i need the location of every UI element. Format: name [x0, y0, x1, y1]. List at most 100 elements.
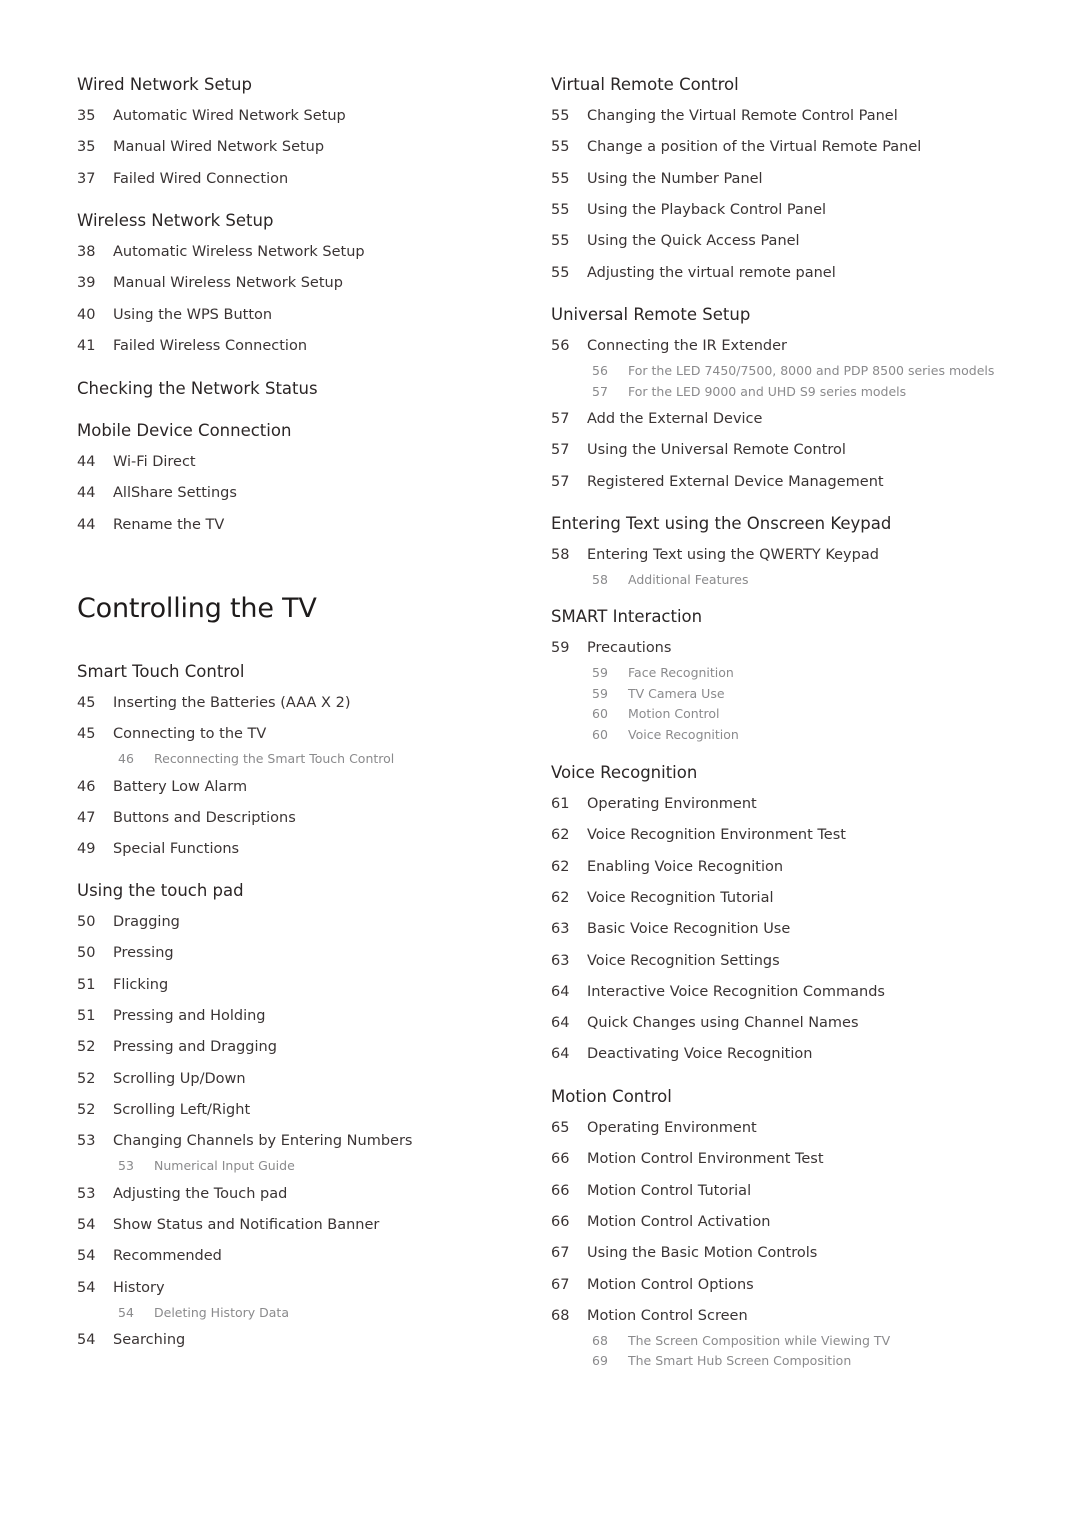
toc-subentry[interactable]: 56 For the LED 7450/7500, 8000 and PDP 85… — [551, 363, 994, 379]
toc-entry[interactable]: 41 Failed Wireless Connection — [77, 336, 307, 356]
entry-title: Interactive Voice Recognition Commands — [587, 983, 885, 1000]
toc-entry[interactable]: 62 Voice Recognition Tutorial — [551, 888, 774, 908]
toc-entry[interactable]: 50 Pressing — [77, 943, 174, 963]
toc-entry[interactable]: 55 Using the Number Panel — [551, 169, 763, 189]
subentry-title: For the LED 7450/7500, 8000 and PDP 8500… — [628, 363, 995, 378]
page-number: 57 — [592, 383, 608, 399]
entry-title: Entering Text using the QWERTY Keypad — [587, 547, 879, 563]
toc-entry[interactable]: 35 Manual Wired Network Setup — [77, 137, 324, 157]
toc-entry[interactable]: 44 Rename the TV — [77, 515, 224, 535]
section-heading[interactable]: Voice Recognition — [551, 763, 697, 783]
toc-entry[interactable]: 54 Recommended — [77, 1246, 222, 1266]
toc-entry[interactable]: 62 Voice Recognition Environment Test — [551, 825, 846, 845]
toc-entry[interactable]: 44 Wi-Fi Direct — [77, 452, 196, 472]
section-heading[interactable]: Wireless Network Setup — [77, 211, 273, 231]
toc-entry[interactable]: 45 Connecting to the TV — [77, 724, 266, 744]
toc-entry[interactable]: 55 Using the Playback Control Panel — [551, 200, 826, 220]
page-number: 66 — [551, 1151, 570, 1168]
toc-entry[interactable]: 51 Flicking — [77, 975, 168, 995]
toc-subentry[interactable]: 53 Numerical Input Guide — [77, 1158, 295, 1174]
toc-entry[interactable]: 40 Using the WPS Button — [77, 305, 272, 325]
toc-entry[interactable]: 63 Basic Voice Recognition Use — [551, 919, 790, 939]
toc-subentry[interactable]: 59 Face Recognition — [551, 665, 734, 681]
section-heading[interactable]: Universal Remote Setup — [551, 305, 750, 325]
page-number: 53 — [77, 1185, 96, 1202]
toc-entry[interactable]: 64 Interactive Voice Recognition Commands — [551, 982, 885, 1002]
toc-entry[interactable]: 62 Enabling Voice Recognition — [551, 857, 783, 877]
toc-subentry[interactable]: 69 The Smart Hub Screen Composition — [551, 1353, 851, 1369]
toc-entry[interactable]: 39 Manual Wireless Network Setup — [77, 273, 343, 293]
toc-entry[interactable]: 68 Motion Control Screen — [551, 1306, 748, 1326]
entry-title: Special Functions — [113, 841, 240, 858]
toc-entry[interactable]: 58 Entering Text using the QWERTY Keypad — [551, 545, 879, 565]
toc-entry[interactable]: 53 Adjusting the Touch pad — [77, 1184, 287, 1204]
toc-entry[interactable]: 66 Motion Control Environment Test — [551, 1149, 824, 1169]
toc-entry[interactable]: 53 Changing Channels by Entering Numbers — [77, 1131, 412, 1151]
section-heading[interactable]: Smart Touch Control — [77, 662, 244, 682]
toc-entry[interactable]: 52 Scrolling Up/Down — [77, 1069, 246, 1089]
toc-entry[interactable]: 52 Pressing and Dragging — [77, 1037, 277, 1057]
toc-subentry[interactable]: 57 For the LED 9000 and UHD S9 series mod… — [551, 384, 906, 400]
subentry-title: Reconnecting the Smart Touch Control — [154, 751, 395, 767]
section-heading[interactable]: Entering Text using the Onscreen Keypad — [551, 514, 891, 534]
section-heading[interactable]: SMART Interaction — [551, 607, 702, 627]
section-heading[interactable]: Using the touch pad — [77, 881, 244, 901]
toc-entry[interactable]: 66 Motion Control Tutorial — [551, 1181, 751, 1201]
toc-entry[interactable]: 51 Pressing and Holding — [77, 1006, 266, 1026]
toc-entry[interactable]: 44 AllShare Settings — [77, 483, 237, 503]
toc-entry[interactable]: 54 Searching — [77, 1330, 185, 1350]
page-number: 51 — [77, 1007, 96, 1024]
toc-entry[interactable]: 54 Show Status and Notification Banner — [77, 1215, 379, 1235]
toc-entry[interactable]: 59 Precautions — [551, 638, 671, 658]
entry-title: Automatic Wireless Network Setup — [113, 244, 365, 260]
toc-entry[interactable]: 57 Using the Universal Remote Control — [551, 440, 846, 460]
toc-entry[interactable]: 67 Motion Control Options — [551, 1275, 754, 1295]
toc-entry[interactable]: 61 Operating Environment — [551, 794, 757, 814]
toc-subentry[interactable]: 60 Motion Control — [551, 706, 720, 722]
toc-entry[interactable]: 67 Using the Basic Motion Controls — [551, 1243, 817, 1263]
toc-entry[interactable]: 55 Change a position of the Virtual Remot… — [551, 137, 921, 157]
entry-title: Change a position of the Virtual Remote … — [587, 139, 922, 156]
entry-title: Add the External Device — [587, 411, 763, 427]
toc-entry[interactable]: 57 Add the External Device — [551, 409, 762, 429]
page-number: 57 — [551, 411, 570, 427]
toc-entry[interactable]: 55 Adjusting the virtual remote panel — [551, 263, 836, 283]
toc-subentry[interactable]: 46 Reconnecting the Smart Touch Control — [77, 751, 394, 767]
toc-entry[interactable]: 37 Failed Wired Connection — [77, 169, 288, 189]
toc-entry[interactable]: 57 Registered External Device Management — [551, 472, 884, 492]
page-number: 54 — [77, 1279, 96, 1296]
section-heading[interactable]: Mobile Device Connection — [77, 421, 291, 441]
toc-entry[interactable]: 50 Dragging — [77, 912, 180, 932]
toc-entry[interactable]: 38 Automatic Wireless Network Setup — [77, 242, 365, 262]
toc-subentry[interactable]: 58 Additional Features — [551, 572, 748, 588]
entry-title: Changing Channels by Entering Numbers — [113, 1133, 413, 1150]
toc-entry[interactable]: 65 Operating Environment — [551, 1118, 757, 1138]
toc-subentry[interactable]: 54 Deleting History Data — [77, 1305, 289, 1321]
toc-entry[interactable]: 45 Inserting the Batteries (AAA X 2) — [77, 693, 350, 713]
page-number: 56 — [551, 338, 570, 354]
toc-entry[interactable]: 55 Changing the Virtual Remote Control Pa… — [551, 106, 898, 126]
entry-title: Enabling Voice Recognition — [587, 858, 784, 875]
toc-subentry[interactable]: 68 The Screen Composition while Viewing T… — [551, 1333, 890, 1349]
toc-entry[interactable]: 46 Battery Low Alarm — [77, 777, 247, 797]
toc-entry[interactable]: 35 Automatic Wired Network Setup — [77, 106, 346, 126]
page-number: 38 — [77, 244, 96, 260]
page-number: 53 — [118, 1158, 134, 1174]
toc-subentry[interactable]: 60 Voice Recognition — [551, 727, 739, 743]
toc-entry[interactable]: 55 Using the Quick Access Panel — [551, 231, 800, 251]
toc-entry[interactable]: 56 Connecting the IR Extender — [551, 336, 787, 356]
toc-entry[interactable]: 66 Motion Control Activation — [551, 1212, 770, 1232]
toc-entry[interactable]: 63 Voice Recognition Settings — [551, 951, 780, 971]
section-heading[interactable]: Motion Control — [551, 1087, 672, 1107]
section-heading[interactable]: Virtual Remote Control — [551, 75, 739, 95]
toc-entry[interactable]: 54 History — [77, 1278, 165, 1298]
toc-entry[interactable]: 64 Quick Changes using Channel Names — [551, 1013, 859, 1033]
toc-entry[interactable]: 52 Scrolling Left/Right — [77, 1100, 250, 1120]
section-heading[interactable]: Checking the Network Status — [77, 379, 318, 399]
toc-entry[interactable]: 49 Special Functions — [77, 839, 239, 859]
section-heading[interactable]: Wired Network Setup — [77, 75, 252, 95]
page-number: 60 — [592, 706, 608, 721]
toc-entry[interactable]: 47 Buttons and Descriptions — [77, 808, 296, 828]
toc-subentry[interactable]: 59 TV Camera Use — [551, 686, 725, 702]
toc-entry[interactable]: 64 Deactivating Voice Recognition — [551, 1044, 812, 1064]
